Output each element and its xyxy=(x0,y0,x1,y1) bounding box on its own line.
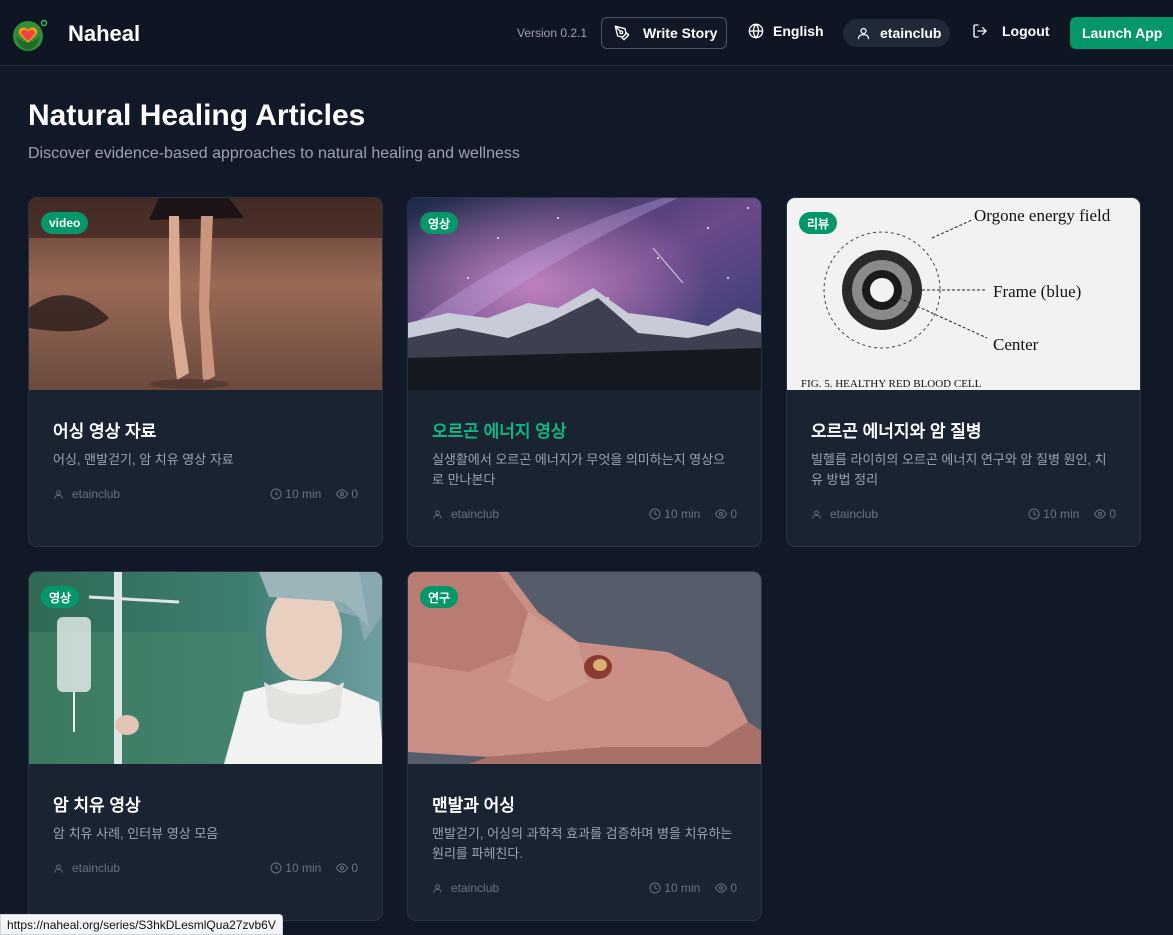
page-subtitle: Discover evidence-based approaches to na… xyxy=(28,145,520,162)
article-description: 실생활에서 오르곤 에너지가 무엇을 의미하는지 영상으로 만나본다 xyxy=(432,452,726,487)
article-meta: etainclub 10 min 0 xyxy=(432,507,737,521)
article-meta: etainclub 10 min 0 xyxy=(811,507,1116,521)
article-card[interactable]: video 어싱 영상 자료 어싱, 맨발걷기, 암 치유 영상 자료 etai… xyxy=(28,197,383,547)
launch-app-label: Launch App xyxy=(1082,25,1163,41)
article-card[interactable]: 연구 맨발과 어싱 맨발걷기, 어싱의 과학적 효과를 검증하며 병을 치유하는… xyxy=(407,571,762,921)
brand-name[interactable]: Naheal xyxy=(68,21,140,47)
eye-icon xyxy=(1094,509,1107,519)
figure-caption: FIG. 5. HEALTHY RED BLOOD CELL xyxy=(801,378,982,390)
logout-label: Logout xyxy=(1002,23,1050,39)
article-title[interactable]: 오르곤 에너지와 암 질병 xyxy=(811,417,982,442)
article-description: 맨발걷기, 어싱의 과학적 효과를 검증하며 병을 치유하는 원리를 파헤친다. xyxy=(432,826,733,861)
logo-heart-icon[interactable] xyxy=(8,14,48,54)
author-icon xyxy=(433,509,442,519)
clock-icon xyxy=(270,862,282,874)
milky-way-mountain-image xyxy=(408,198,761,390)
article-description: 암 치유 사례, 인터뷰 영상 모음 xyxy=(53,826,219,841)
article-card[interactable]: 영상 암 치유 영상 암 치유 사례, 인터뷰 영상 모음 etainclub … xyxy=(28,571,383,921)
cancer-patient-iv-image xyxy=(29,572,382,764)
author-name: etainclub xyxy=(72,487,121,501)
view-count: 0 xyxy=(351,861,358,875)
launch-app-button[interactable]: Launch App xyxy=(1070,17,1173,49)
orgone-diagram-image: Orgone energy field Frame (blue) Center … xyxy=(787,198,1140,390)
clock-icon xyxy=(270,488,282,500)
category-badge: 영상 xyxy=(41,586,80,608)
center-label: Center xyxy=(993,335,1039,354)
read-time: 10 min xyxy=(1043,507,1080,521)
category-badge: 연구 xyxy=(420,586,459,608)
read-time: 10 min xyxy=(664,507,701,521)
orgone-field-label: Orgone energy field xyxy=(974,206,1111,225)
article-thumbnail[interactable]: video xyxy=(29,198,382,390)
article-description: 빌헬름 라이히의 오르곤 에너지 연구와 암 질병 원인, 치유 방법 정리 xyxy=(811,452,1107,487)
eye-icon xyxy=(336,489,349,499)
article-meta: etainclub 10 min 0 xyxy=(53,487,358,501)
author-name: etainclub xyxy=(72,861,121,875)
article-thumbnail[interactable]: 연구 xyxy=(408,572,761,764)
view-count: 0 xyxy=(730,881,737,895)
article-title[interactable]: 암 치유 영상 xyxy=(53,791,141,816)
write-story-label: Write Story xyxy=(643,25,718,41)
clock-icon xyxy=(649,882,661,894)
foot-wound-image xyxy=(408,572,761,764)
author-name: etainclub xyxy=(830,507,879,521)
category-badge: 영상 xyxy=(420,212,459,234)
page-title: Natural Healing Articles xyxy=(28,99,366,132)
globe-icon xyxy=(748,23,764,39)
read-time: 10 min xyxy=(664,881,701,895)
logout-icon xyxy=(973,24,987,38)
category-badge: video xyxy=(41,212,89,234)
clock-icon xyxy=(649,508,661,520)
frame-label: Frame (blue) xyxy=(993,282,1081,301)
language-label: English xyxy=(773,23,824,39)
article-card[interactable]: Orgone energy field Frame (blue) Center … xyxy=(786,197,1141,547)
pen-icon xyxy=(614,25,630,41)
article-description: 어싱, 맨발걷기, 암 치유 영상 자료 xyxy=(53,452,234,467)
username-label: etainclub xyxy=(880,25,942,41)
version-label: Version 0.2.1 xyxy=(517,26,588,40)
read-time: 10 min xyxy=(285,487,322,501)
view-count: 0 xyxy=(1109,507,1116,521)
user-icon xyxy=(857,27,870,39)
article-meta: etainclub 10 min 0 xyxy=(53,861,358,875)
top-nav: Naheal Version 0.2.1 Write Story English… xyxy=(0,0,1173,66)
view-count: 0 xyxy=(730,507,737,521)
article-thumbnail[interactable]: 영상 xyxy=(29,572,382,764)
clock-icon xyxy=(1028,508,1040,520)
read-time: 10 min xyxy=(285,861,322,875)
write-story-button[interactable]: Write Story xyxy=(601,17,727,49)
article-card[interactable]: 영상 오르곤 에너지 영상 실생활에서 오르곤 에너지가 무엇을 의미하는지 영… xyxy=(407,197,762,547)
user-menu[interactable]: etainclub xyxy=(843,19,950,47)
author-icon xyxy=(812,509,821,519)
article-title[interactable]: 맨발과 어싱 xyxy=(432,791,515,816)
logout-button[interactable]: Logout xyxy=(972,23,1049,39)
article-thumbnail[interactable]: Orgone energy field Frame (blue) Center … xyxy=(787,198,1140,390)
author-icon xyxy=(433,883,442,893)
link-preview-statusbar: https://naheal.org/series/S3hkDLesmlQua2… xyxy=(0,914,283,935)
eye-icon xyxy=(715,509,728,519)
article-title[interactable]: 오르곤 에너지 영상 xyxy=(432,417,567,442)
author-icon xyxy=(54,863,63,873)
article-meta: etainclub 10 min 0 xyxy=(432,881,737,895)
author-name: etainclub xyxy=(451,507,500,521)
eye-icon xyxy=(336,863,349,873)
category-badge: 리뷰 xyxy=(799,212,838,234)
author-name: etainclub xyxy=(451,881,500,895)
article-thumbnail[interactable]: 영상 xyxy=(408,198,761,390)
eye-icon xyxy=(715,883,728,893)
language-selector[interactable]: English xyxy=(748,23,824,39)
view-count: 0 xyxy=(351,487,358,501)
author-icon xyxy=(54,489,63,499)
hover-url: https://naheal.org/series/S3hkDLesmlQua2… xyxy=(7,917,276,932)
article-title[interactable]: 어싱 영상 자료 xyxy=(53,417,156,442)
